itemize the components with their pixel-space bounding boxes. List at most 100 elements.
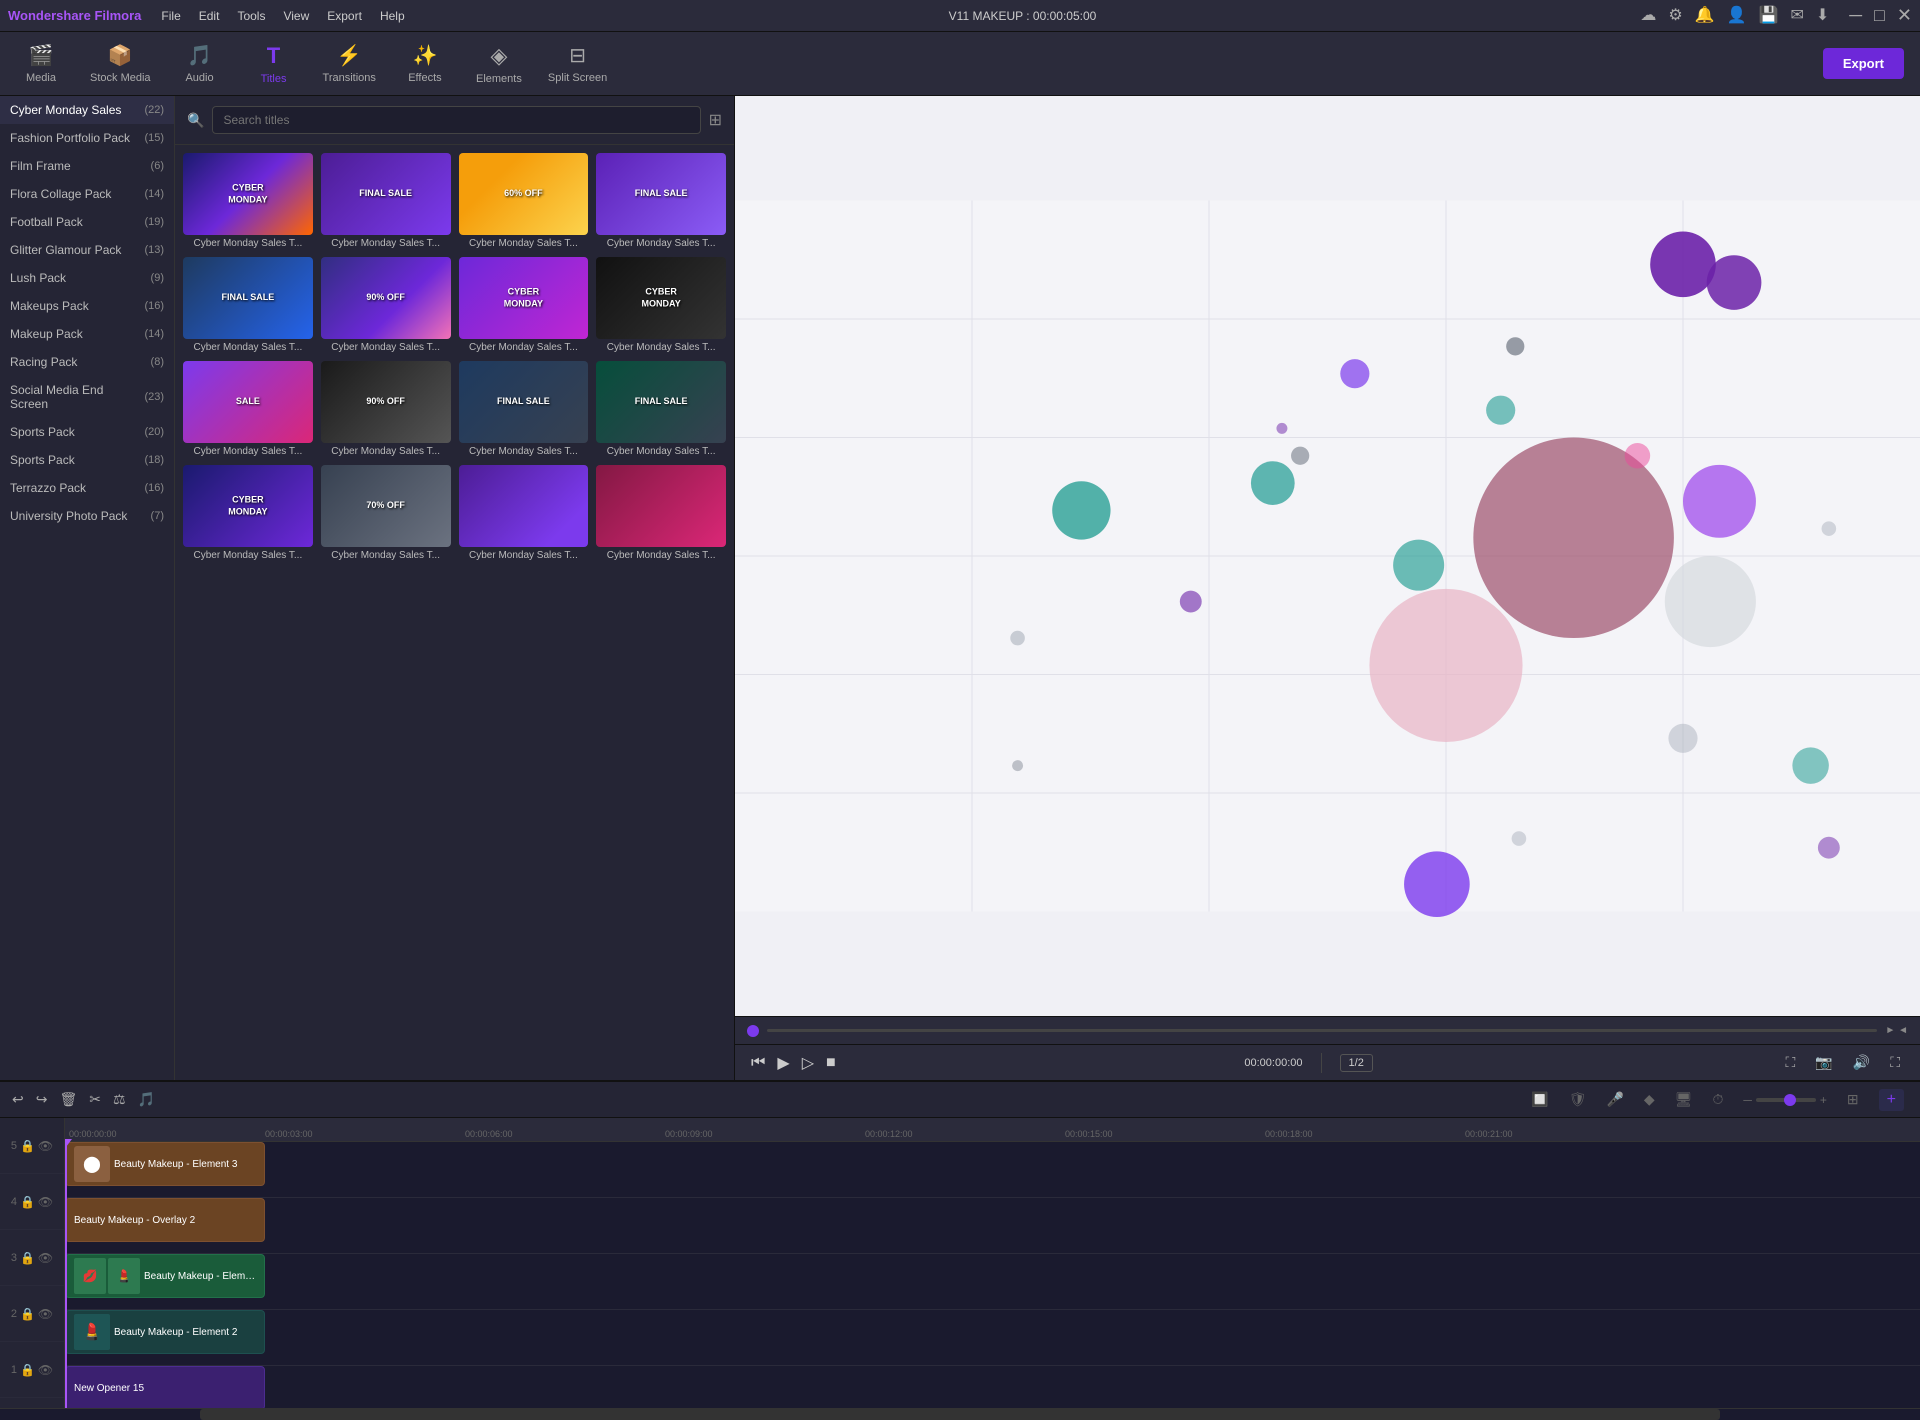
cut-button[interactable]: ✂ xyxy=(89,1091,101,1108)
grid-view-icon[interactable]: ⊞ xyxy=(709,110,722,130)
clip-element1[interactable]: 💋 💄 Beauty Makeup - Element 1 xyxy=(65,1254,265,1298)
title-card-14[interactable]: Cyber Monday Sales T... xyxy=(459,465,589,561)
menu-edit[interactable]: Edit xyxy=(199,9,220,23)
menu-tools[interactable]: Tools xyxy=(237,9,265,23)
eye-icon-3[interactable]: 👁 xyxy=(38,1251,53,1265)
clip-element3[interactable]: ⬤ Beauty Makeup - Element 3 xyxy=(65,1142,265,1186)
category-item-3[interactable]: Flora Collage Pack(14) xyxy=(0,180,174,208)
category-item-10[interactable]: Social Media End Screen(23) xyxy=(0,376,174,418)
lock-icon-5[interactable]: 🔒 xyxy=(20,1139,35,1153)
system-icon-download[interactable]: ⬇ xyxy=(1816,5,1829,26)
category-item-12[interactable]: Sports Pack(18) xyxy=(0,446,174,474)
mic-icon[interactable]: 🎤 xyxy=(1606,1091,1623,1108)
delete-button[interactable]: 🗑 xyxy=(59,1091,77,1108)
category-item-13[interactable]: Terrazzo Pack(16) xyxy=(0,474,174,502)
search-input[interactable] xyxy=(212,106,700,134)
title-card-11[interactable]: FINAL SALE Cyber Monday Sales T... xyxy=(596,361,726,457)
category-item-0[interactable]: Cyber Monday Sales(22) xyxy=(0,96,174,124)
eye-icon-1[interactable]: 👁 xyxy=(38,1363,53,1377)
title-card-0[interactable]: CYBER MONDAY Cyber Monday Sales T... xyxy=(183,153,313,249)
tool-audio[interactable]: Audio xyxy=(175,43,225,84)
title-card-15[interactable]: Cyber Monday Sales T... xyxy=(596,465,726,561)
title-card-6[interactable]: CYBER MONDAY Cyber Monday Sales T... xyxy=(459,257,589,353)
zoom-slider[interactable] xyxy=(1756,1098,1816,1102)
menu-view[interactable]: View xyxy=(283,9,309,23)
progress-bar-track[interactable] xyxy=(767,1029,1877,1032)
zoom-out-icon[interactable]: ─ xyxy=(1743,1093,1752,1107)
title-card-4[interactable]: FINAL SALE Cyber Monday Sales T... xyxy=(183,257,313,353)
system-icon-settings[interactable]: ⚙ xyxy=(1668,5,1682,26)
eye-icon-2[interactable]: 👁 xyxy=(38,1307,53,1321)
clip-element2[interactable]: 💄 Beauty Makeup - Element 2 xyxy=(65,1310,265,1354)
system-icon-bell[interactable]: 🔔 xyxy=(1695,5,1715,26)
tool-split[interactable]: Split Screen xyxy=(548,43,607,84)
title-card-5[interactable]: 90% OFF Cyber Monday Sales T... xyxy=(321,257,451,353)
maximize-button[interactable]: □ xyxy=(1874,5,1885,26)
zoom-in-icon[interactable]: + xyxy=(1820,1093,1827,1107)
category-item-2[interactable]: Film Frame(6) xyxy=(0,152,174,180)
crop-icon[interactable]: ⛶ xyxy=(1786,1054,1796,1071)
screenshot-icon[interactable]: 📷 xyxy=(1815,1054,1832,1071)
tool-stock[interactable]: Stock Media xyxy=(90,43,151,84)
scrollbar-thumb[interactable] xyxy=(200,1409,1720,1420)
title-card-8[interactable]: SALE Cyber Monday Sales T... xyxy=(183,361,313,457)
tool-transitions[interactable]: Transitions xyxy=(323,43,376,84)
adjust-button[interactable]: ⚖ xyxy=(113,1091,126,1108)
category-item-4[interactable]: Football Pack(19) xyxy=(0,208,174,236)
bottom-scrollbar[interactable] xyxy=(0,1408,1920,1420)
stop-button[interactable]: ■ xyxy=(826,1054,836,1072)
page-selector[interactable]: 1/2 xyxy=(1340,1054,1373,1072)
tool-titles[interactable]: Titles xyxy=(249,43,299,85)
title-card-3[interactable]: FINAL SALE Cyber Monday Sales T... xyxy=(596,153,726,249)
tool-elements[interactable]: Elements xyxy=(474,43,524,85)
category-item-9[interactable]: Racing Pack(8) xyxy=(0,348,174,376)
category-item-8[interactable]: Makeup Pack(14) xyxy=(0,320,174,348)
redo-button[interactable]: ↪ xyxy=(36,1091,48,1108)
export-button[interactable]: Export xyxy=(1823,48,1904,79)
prev-frame-button[interactable]: ⏮ xyxy=(751,1054,765,1072)
title-card-7[interactable]: CYBER MONDAY Cyber Monday Sales T... xyxy=(596,257,726,353)
fullscreen-icon[interactable]: ⛶ xyxy=(1890,1054,1900,1071)
play-alt-button[interactable]: ▷ xyxy=(802,1053,814,1073)
speed-icon[interactable]: ⏱ xyxy=(1712,1091,1723,1108)
tool-media[interactable]: Media xyxy=(16,43,66,84)
lock-icon-1[interactable]: 🔒 xyxy=(20,1363,35,1377)
lock-icon-4[interactable]: 🔒 xyxy=(20,1195,35,1209)
snap-icon[interactable]: 🔲 xyxy=(1531,1091,1548,1108)
title-card-2[interactable]: 60% OFF Cyber Monday Sales T... xyxy=(459,153,589,249)
system-icon-save[interactable]: 💾 xyxy=(1759,5,1779,26)
title-card-9[interactable]: 90% OFF Cyber Monday Sales T... xyxy=(321,361,451,457)
keyframe-icon[interactable]: ◆ xyxy=(1644,1091,1655,1108)
category-item-7[interactable]: Makeups Pack(16) xyxy=(0,292,174,320)
eye-icon-5[interactable]: 👁 xyxy=(38,1139,53,1153)
minimize-button[interactable]: ─ xyxy=(1849,5,1862,26)
expand-icon[interactable]: ⊞ xyxy=(1847,1091,1859,1108)
menu-help[interactable]: Help xyxy=(380,9,405,23)
system-icon-cloud[interactable]: ☁ xyxy=(1640,5,1656,26)
category-item-11[interactable]: Sports Pack(20) xyxy=(0,418,174,446)
category-item-6[interactable]: Lush Pack(9) xyxy=(0,264,174,292)
title-card-10[interactable]: FINAL SALE Cyber Monday Sales T... xyxy=(459,361,589,457)
system-icon-user[interactable]: 👤 xyxy=(1727,5,1747,26)
playhead-dot[interactable] xyxy=(747,1025,759,1037)
clip-opener[interactable]: New Opener 15 xyxy=(65,1366,265,1408)
volume-icon[interactable]: 🔊 xyxy=(1853,1054,1870,1071)
audio-button[interactable]: 🎵 xyxy=(138,1091,155,1108)
category-item-1[interactable]: Fashion Portfolio Pack(15) xyxy=(0,124,174,152)
menu-file[interactable]: File xyxy=(161,9,180,23)
monitor-icon[interactable]: 🖥 xyxy=(1675,1091,1693,1108)
lock-icon-3[interactable]: 🔒 xyxy=(20,1251,35,1265)
menu-export[interactable]: Export xyxy=(327,9,362,23)
title-card-13[interactable]: 70% OFF Cyber Monday Sales T... xyxy=(321,465,451,561)
close-button[interactable]: ✕ xyxy=(1897,5,1912,26)
add-track-button[interactable]: + xyxy=(1879,1089,1904,1111)
title-card-12[interactable]: CYBER MONDAY Cyber Monday Sales T... xyxy=(183,465,313,561)
timeline-main[interactable]: 00:00:00:00 00:00:03:00 00:00:06:00 00:0… xyxy=(65,1118,1920,1408)
play-button[interactable]: ▶ xyxy=(777,1053,789,1073)
title-card-1[interactable]: FINAL SALE Cyber Monday Sales T... xyxy=(321,153,451,249)
lock-icon-2[interactable]: 🔒 xyxy=(20,1307,35,1321)
category-item-5[interactable]: Glitter Glamour Pack(13) xyxy=(0,236,174,264)
tool-effects[interactable]: Effects xyxy=(400,43,450,84)
undo-button[interactable]: ↩ xyxy=(12,1091,24,1108)
system-icon-mail[interactable]: ✉ xyxy=(1790,5,1803,26)
